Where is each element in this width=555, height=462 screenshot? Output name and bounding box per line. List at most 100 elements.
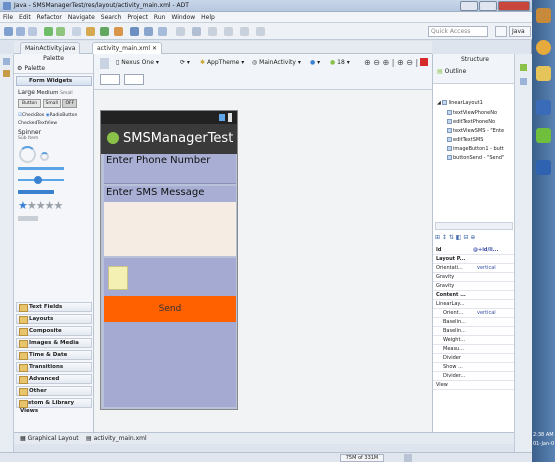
run-icon[interactable] — [100, 27, 109, 36]
menu-refactor[interactable]: Refactor — [34, 12, 65, 23]
property-row[interactable]: Show ... — [433, 363, 515, 372]
category-other[interactable]: Other — [16, 386, 92, 396]
property-row[interactable]: Content ... — [433, 291, 515, 300]
edittext-sms-area[interactable]: Enter SMS Message — [104, 186, 236, 256]
property-row[interactable]: LinearLay... — [433, 300, 515, 309]
properties-minimized-icon[interactable] — [520, 78, 527, 85]
category-time-date[interactable]: Time & Date — [16, 350, 92, 360]
package-explorer-icon[interactable] — [3, 70, 10, 77]
save-icon[interactable] — [16, 27, 25, 36]
external-tools-icon[interactable] — [114, 27, 123, 36]
device-chooser[interactable]: ▯ Nexus One ▾ — [116, 58, 159, 69]
category-layouts[interactable]: Layouts — [16, 314, 92, 324]
property-id[interactable]: Id @+id/li... — [433, 246, 515, 255]
property-row[interactable]: View — [433, 381, 515, 390]
button-widget[interactable]: Button — [18, 99, 42, 108]
restore-icon[interactable] — [3, 58, 10, 65]
medium-text-widget[interactable]: Medium — [36, 90, 58, 96]
graphical-layout-tab[interactable]: ▦ Graphical Layout — [20, 435, 79, 442]
outline-item[interactable]: textViewSMS - "Ente — [447, 128, 504, 134]
folder-icon[interactable] — [536, 66, 551, 81]
seekbar-thumb-icon[interactable] — [34, 176, 42, 184]
outline-item[interactable]: buttonSend - "Send" — [447, 155, 504, 161]
api-level-chooser[interactable]: ● 18 ▾ — [330, 58, 350, 69]
lint-icon[interactable] — [72, 27, 81, 36]
spinner-widget[interactable]: Spinner — [18, 129, 41, 136]
toggle-button-widget[interactable]: OFF — [62, 99, 78, 108]
image-button[interactable] — [108, 266, 128, 290]
menu-file[interactable]: File — [0, 12, 16, 23]
small-text-widget[interactable]: Small — [60, 91, 73, 96]
media-icon[interactable] — [536, 128, 551, 143]
word-icon[interactable] — [536, 160, 551, 175]
outline-minimized-icon[interactable] — [520, 64, 527, 71]
forward-icon[interactable] — [256, 27, 265, 36]
taskbar-app-icon[interactable] — [536, 8, 551, 23]
outline-item[interactable]: imageButton1 - butt — [447, 146, 504, 152]
theme-chooser[interactable]: ✱ AppTheme ▾ — [200, 58, 244, 69]
property-row[interactable]: Gravity — [433, 282, 515, 291]
open-perspective-button[interactable] — [495, 26, 507, 37]
property-row[interactable]: Measu... — [433, 345, 515, 354]
locale-chooser[interactable]: ● ▾ — [310, 58, 320, 69]
layout-action-icon-2[interactable] — [124, 74, 144, 85]
rating-bar-stars-icon[interactable]: ★★★★★ — [18, 199, 63, 212]
quick-contact-badge-widget[interactable] — [18, 190, 54, 194]
checked-textview-widget[interactable]: CheckedTextView — [18, 121, 57, 126]
textview-phone-no[interactable]: Enter Phone Number — [104, 154, 236, 184]
minimize-button[interactable] — [460, 1, 478, 11]
progress-large-icon[interactable] — [19, 146, 36, 163]
property-row[interactable]: Baselin... — [433, 318, 515, 327]
outline-root[interactable]: ◢ linearLayout1 — [437, 100, 483, 106]
maximize-button[interactable] — [479, 1, 497, 11]
category-custom-library-views[interactable]: Custom & Library Views — [16, 398, 92, 414]
outline-item[interactable]: editTextPhoneNo — [447, 119, 495, 125]
outline-item[interactable]: textViewPhoneNo — [447, 110, 497, 116]
property-row[interactable]: Layout P... — [433, 255, 515, 264]
activity-chooser[interactable]: ◎ MainActivity ▾ — [252, 58, 301, 69]
prev-annotation-icon[interactable] — [224, 27, 233, 36]
properties-toolbar-icons[interactable]: ⊞ ↕ ⇅ ◧ ⊟ ⊕ — [435, 234, 475, 241]
property-row[interactable]: Orient... vertical — [433, 309, 515, 318]
next-annotation-icon[interactable] — [208, 27, 217, 36]
property-row[interactable]: Orientati... vertical — [433, 264, 515, 273]
menu-search[interactable]: Search — [98, 12, 125, 23]
new-class-icon[interactable] — [158, 27, 167, 36]
chrome-icon[interactable] — [536, 40, 551, 55]
palette-header[interactable]: ⚙ Palette — [14, 64, 93, 74]
java-perspective-button[interactable]: Java — [509, 26, 531, 37]
outline-title[interactable]: ▤ Outline — [437, 68, 466, 75]
open-type-icon[interactable] — [176, 27, 185, 36]
property-row[interactable]: Divider... — [433, 372, 515, 381]
layout-action-icon[interactable] — [100, 74, 120, 85]
zoom-controls[interactable]: ⊕ ⊖ ⊕ | ⊕ ⊖ | — [364, 58, 418, 67]
xml-source-tab[interactable]: ▤ activity_main.xml — [86, 435, 147, 442]
large-text-widget[interactable]: Large — [18, 89, 35, 96]
heap-status[interactable]: 75M of 331M — [340, 454, 384, 462]
category-images-media[interactable]: Images & Media — [16, 338, 92, 348]
new-package-icon[interactable] — [144, 27, 153, 36]
send-button[interactable]: Send — [104, 296, 236, 322]
new-icon[interactable] — [4, 27, 13, 36]
menu-window[interactable]: Window — [168, 12, 198, 23]
menu-navigate[interactable]: Navigate — [65, 12, 98, 23]
category-advanced[interactable]: Advanced — [16, 374, 92, 384]
menu-run[interactable]: Run — [151, 12, 169, 23]
new-java-project-icon[interactable] — [130, 27, 139, 36]
menu-help[interactable]: Help — [198, 12, 218, 23]
orientation-chooser[interactable]: ⟳ ▾ — [180, 58, 190, 69]
small-button-widget[interactable]: Small — [42, 99, 62, 108]
property-row[interactable]: Gravity — [433, 273, 515, 282]
back-icon[interactable] — [240, 27, 249, 36]
close-icon[interactable]: ✕ — [152, 45, 157, 52]
search-icon[interactable] — [192, 27, 201, 36]
config-chooser-icon[interactable] — [100, 58, 109, 69]
property-row[interactable]: Divider — [433, 354, 515, 363]
avd-manager-icon[interactable] — [56, 27, 65, 36]
edittext-phone-no[interactable] — [104, 169, 236, 184]
progress-bar-widget[interactable] — [18, 167, 64, 170]
property-row[interactable]: Baselin... — [433, 327, 515, 336]
tab-activity-main-xml[interactable]: activity_main.xml ✕ — [92, 42, 163, 54]
android-sdk-icon[interactable] — [44, 27, 53, 36]
outline-item[interactable]: editTextSMS — [447, 137, 483, 143]
